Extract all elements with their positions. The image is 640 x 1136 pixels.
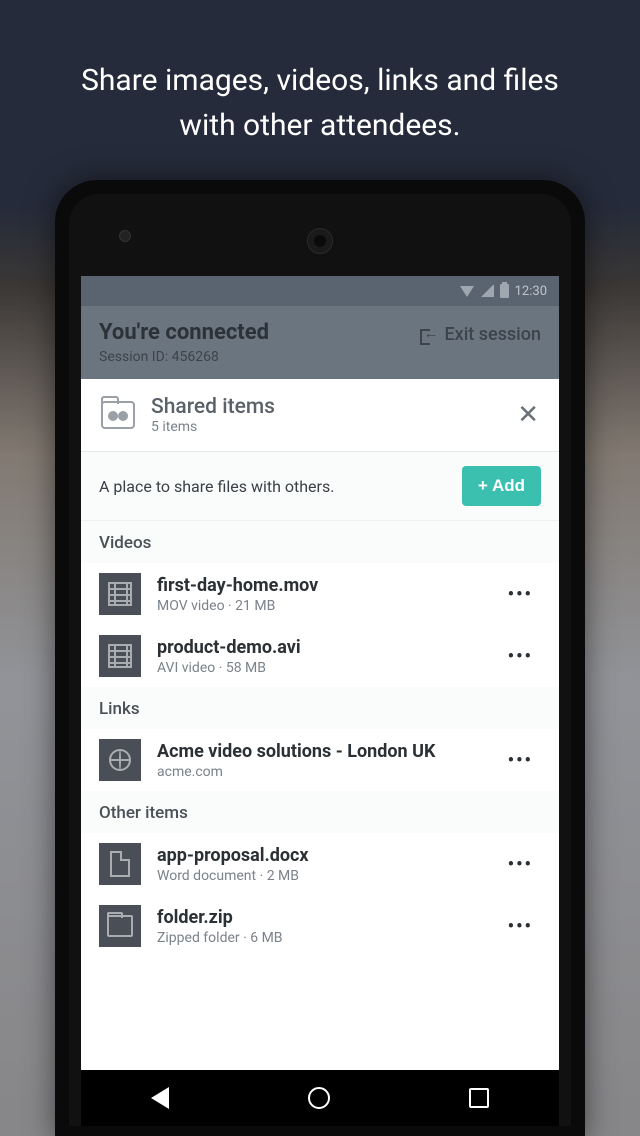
item-title: app-proposal.docx	[157, 845, 500, 866]
more-icon[interactable]: •••	[500, 908, 541, 945]
android-navbar	[81, 1070, 559, 1126]
item-sub: Zipped folder · 6 MB	[157, 930, 500, 946]
status-bar: 12:30	[81, 276, 559, 306]
back-icon[interactable]	[151, 1087, 169, 1109]
more-icon[interactable]: •••	[500, 576, 541, 613]
battery-icon	[500, 284, 509, 298]
sensor-dot	[119, 230, 131, 242]
description-row: A place to share files with others. + Ad…	[81, 452, 559, 521]
promo-line-2: with other attendees.	[179, 108, 460, 143]
item-title: product-demo.avi	[157, 637, 500, 658]
shared-panel: Shared items 5 items ✕ A place to share …	[81, 379, 559, 1126]
item-sub: acme.com	[157, 764, 500, 780]
exit-label: Exit session	[444, 324, 541, 345]
list-item[interactable]: app-proposal.docx Word document · 2 MB •…	[81, 833, 559, 895]
shared-panel-header: Shared items 5 items ✕	[81, 379, 559, 452]
list-item[interactable]: product-demo.avi AVI video · 58 MB •••	[81, 625, 559, 687]
phone-frame: 12:30 You're connected Session ID: 45626…	[55, 180, 585, 1136]
session-id: Session ID: 456268	[99, 349, 269, 365]
item-title: first-day-home.mov	[157, 575, 500, 596]
recent-icon[interactable]	[469, 1088, 489, 1108]
section-links: Links	[81, 687, 559, 729]
promo-line-1: Share images, videos, links and files	[81, 63, 559, 98]
home-icon[interactable]	[308, 1087, 330, 1109]
folder-zip-icon	[99, 905, 141, 947]
item-sub: Word document · 2 MB	[157, 868, 500, 884]
item-title: folder.zip	[157, 907, 500, 928]
session-header: You're connected Session ID: 456268 Exit…	[81, 306, 559, 379]
connected-title: You're connected	[99, 320, 269, 345]
list-item[interactable]: first-day-home.mov MOV video · 21 MB •••	[81, 563, 559, 625]
item-sub: AVI video · 58 MB	[157, 660, 500, 676]
wifi-icon	[460, 286, 474, 297]
section-other: Other items	[81, 791, 559, 833]
clock: 12:30	[515, 284, 547, 299]
list-item[interactable]: folder.zip Zipped folder · 6 MB •••	[81, 895, 559, 957]
more-icon[interactable]: •••	[500, 638, 541, 675]
speaker	[307, 228, 333, 254]
item-sub: MOV video · 21 MB	[157, 598, 500, 614]
exit-session-button[interactable]: Exit session	[420, 320, 541, 345]
shared-description: A place to share files with others.	[99, 477, 334, 496]
section-videos: Videos	[81, 521, 559, 563]
video-icon	[99, 573, 141, 615]
shared-folder-icon	[101, 401, 135, 429]
globe-icon	[99, 739, 141, 781]
screen: 12:30 You're connected Session ID: 45626…	[81, 276, 559, 1126]
close-icon[interactable]: ✕	[517, 400, 539, 430]
more-icon[interactable]: •••	[500, 846, 541, 883]
video-icon	[99, 635, 141, 677]
list-item[interactable]: Acme video solutions - London UK acme.co…	[81, 729, 559, 791]
shared-count: 5 items	[151, 419, 275, 435]
exit-icon	[420, 327, 436, 343]
more-icon[interactable]: •••	[500, 742, 541, 779]
shared-title: Shared items	[151, 395, 275, 419]
document-icon	[99, 843, 141, 885]
signal-icon	[480, 285, 494, 297]
promo-text: Share images, videos, links and files wi…	[0, 58, 640, 148]
item-title: Acme video solutions - London UK	[157, 741, 500, 762]
add-button[interactable]: + Add	[462, 466, 541, 506]
